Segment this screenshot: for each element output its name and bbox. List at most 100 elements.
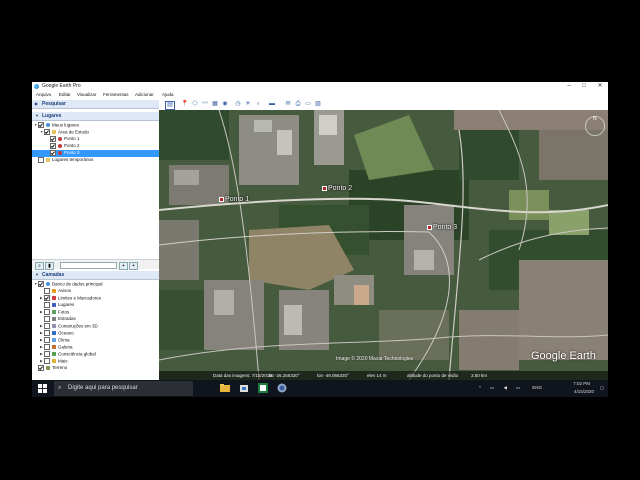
tree-item-label: Avisos	[58, 288, 72, 294]
satellite-map-view[interactable]: Ponto 1 Ponto 2 Ponto 3 N Image © 2020 M…	[159, 110, 608, 380]
visibility-checkbox[interactable]	[44, 129, 50, 136]
placemark-ponto-2[interactable]: Ponto 2	[322, 185, 352, 192]
visibility-checkbox[interactable]	[38, 157, 44, 163]
menu-ajuda[interactable]: Ajuda	[162, 91, 174, 99]
sidebar-toggle-icon[interactable]: ▤	[165, 101, 175, 110]
save-image-icon[interactable]: ▭	[304, 101, 312, 108]
minimize-button[interactable]: –	[562, 82, 576, 91]
search-icon[interactable]: ⌕	[35, 261, 44, 270]
layer-item[interactable]: ▶ Limites e Marcadores	[32, 295, 159, 302]
visibility-checkbox[interactable]	[44, 288, 50, 294]
visibility-checkbox[interactable]	[50, 150, 56, 156]
view-in-maps-icon[interactable]: ▧	[314, 101, 322, 108]
maximize-button[interactable]: □	[577, 82, 591, 91]
visibility-checkbox[interactable]	[44, 351, 50, 358]
visibility-checkbox[interactable]	[44, 330, 50, 337]
placemark-ponto-1[interactable]: Ponto 1	[219, 196, 249, 203]
places-item[interactable]: Ponto 3	[32, 150, 159, 157]
places-panel-header[interactable]: ▼ Lugares	[32, 112, 159, 121]
visibility-checkbox[interactable]	[50, 136, 56, 142]
visibility-checkbox[interactable]	[44, 358, 50, 365]
search-panel-header[interactable]: ▶ Pesquisar	[32, 100, 159, 109]
windows-start-icon[interactable]	[38, 384, 47, 393]
visibility-checkbox[interactable]	[44, 344, 50, 351]
close-button[interactable]: ✕	[593, 82, 607, 91]
visibility-checkbox[interactable]	[44, 302, 50, 308]
places-item[interactable]: Lugares temporários	[32, 157, 159, 164]
places-item[interactable]: Ponto 1	[32, 136, 159, 143]
placemark-add-icon[interactable]: 📍	[181, 101, 189, 108]
visibility-checkbox[interactable]	[50, 143, 56, 149]
layer-item[interactable]: ▶ Fotos	[32, 309, 159, 316]
layers-panel-header[interactable]: ▼ Camadas	[32, 271, 159, 280]
places-item[interactable]: Ponto 2	[32, 143, 159, 150]
store-icon[interactable]	[239, 383, 249, 393]
terrain-icon	[46, 366, 50, 370]
sun-icon[interactable]: ☀	[244, 101, 252, 108]
google-earth-taskbar-icon[interactable]	[277, 383, 287, 393]
menu-adicionar[interactable]: Adicionar	[135, 91, 154, 99]
move-down-icon[interactable]: +	[129, 261, 138, 270]
visibility-checkbox[interactable]	[44, 337, 50, 344]
visibility-checkbox[interactable]	[38, 281, 44, 288]
layer-item[interactable]: ▶ Galeria	[32, 344, 159, 351]
clock-date[interactable]: 4/15/2020	[574, 389, 594, 394]
flag-icon	[52, 296, 56, 301]
taskbar-search-box[interactable]: ⌕ Digite aqui para pesquisar	[54, 381, 193, 396]
visibility-checkbox[interactable]	[38, 122, 44, 129]
folder-icon	[46, 158, 50, 162]
menu-visualizar[interactable]: Visualizar	[77, 91, 96, 99]
more-icon	[52, 359, 56, 364]
print-icon[interactable]: ⎙	[294, 101, 302, 108]
menu-bar: Arquivo Editar Visualizar Ferramentas Ad…	[32, 91, 608, 99]
visibility-checkbox[interactable]	[38, 365, 44, 371]
layer-item[interactable]: Estradas	[32, 316, 159, 323]
spreadsheet-app-icon[interactable]	[258, 383, 268, 393]
layer-item[interactable]: ▶ Construções em 3D	[32, 323, 159, 330]
panel-icon[interactable]: ▮	[45, 261, 54, 270]
notifications-icon[interactable]: ▢	[600, 385, 604, 391]
volume-icon[interactable]: ◀	[504, 385, 507, 391]
visibility-checkbox[interactable]	[44, 316, 50, 322]
move-up-icon[interactable]: +	[119, 261, 128, 270]
navigation-compass[interactable]: N	[585, 116, 605, 136]
layer-item[interactable]: ▶ Clima	[32, 337, 159, 344]
visibility-checkbox[interactable]	[44, 295, 50, 302]
places-search-input[interactable]	[60, 261, 117, 269]
network-icon[interactable]: ▭	[490, 385, 494, 391]
places-item[interactable]: ▼ Meus lugares	[32, 122, 159, 129]
layer-item[interactable]: Terreno	[32, 365, 159, 372]
visibility-checkbox[interactable]	[44, 323, 50, 330]
layer-item[interactable]: ▼ Banco de dados principal	[32, 281, 159, 288]
folder-icon	[52, 130, 56, 135]
file-explorer-icon[interactable]	[220, 383, 230, 393]
overlay-add-icon[interactable]: ▦	[211, 101, 219, 108]
ocean-icon	[52, 331, 56, 336]
weather-icon	[52, 338, 56, 343]
layer-item[interactable]: Lugares	[32, 302, 159, 309]
menu-arquivo[interactable]: Arquivo	[36, 91, 51, 99]
battery-icon[interactable]: ▭	[516, 385, 520, 391]
email-icon[interactable]: ✉	[284, 101, 292, 108]
menu-ferramentas[interactable]: Ferramentas	[103, 91, 129, 99]
path-add-icon[interactable]: 〰	[201, 101, 209, 108]
tour-record-icon[interactable]: ◉	[221, 101, 229, 108]
planets-icon[interactable]: ♁	[254, 101, 262, 108]
ruler-icon[interactable]: ▬	[268, 101, 276, 108]
input-language[interactable]: ENG	[532, 385, 542, 390]
layer-item[interactable]: ▶ Consciência global	[32, 351, 159, 358]
historical-imagery-icon[interactable]: ◷	[234, 101, 242, 108]
tray-chevron-icon[interactable]: ^	[479, 385, 481, 390]
clock-time[interactable]: 7:02 PM	[573, 381, 590, 386]
google-earth-window: Google Earth Pro – □ ✕ Arquivo Editar Vi…	[32, 82, 608, 380]
layer-item[interactable]: ▶ Mais	[32, 358, 159, 365]
satellite-imagery[interactable]	[159, 110, 608, 380]
layer-item[interactable]: ▶ Oceano	[32, 330, 159, 337]
placemark-ponto-3[interactable]: Ponto 3	[427, 224, 457, 231]
polygon-add-icon[interactable]: ⬠	[191, 101, 199, 108]
layer-item[interactable]: Avisos	[32, 288, 159, 295]
places-item[interactable]: ▼ Área de Estudo	[32, 129, 159, 136]
collapsed-arrow-icon: ▶	[35, 101, 39, 106]
menu-editar[interactable]: Editar	[59, 91, 71, 99]
visibility-checkbox[interactable]	[44, 309, 50, 316]
